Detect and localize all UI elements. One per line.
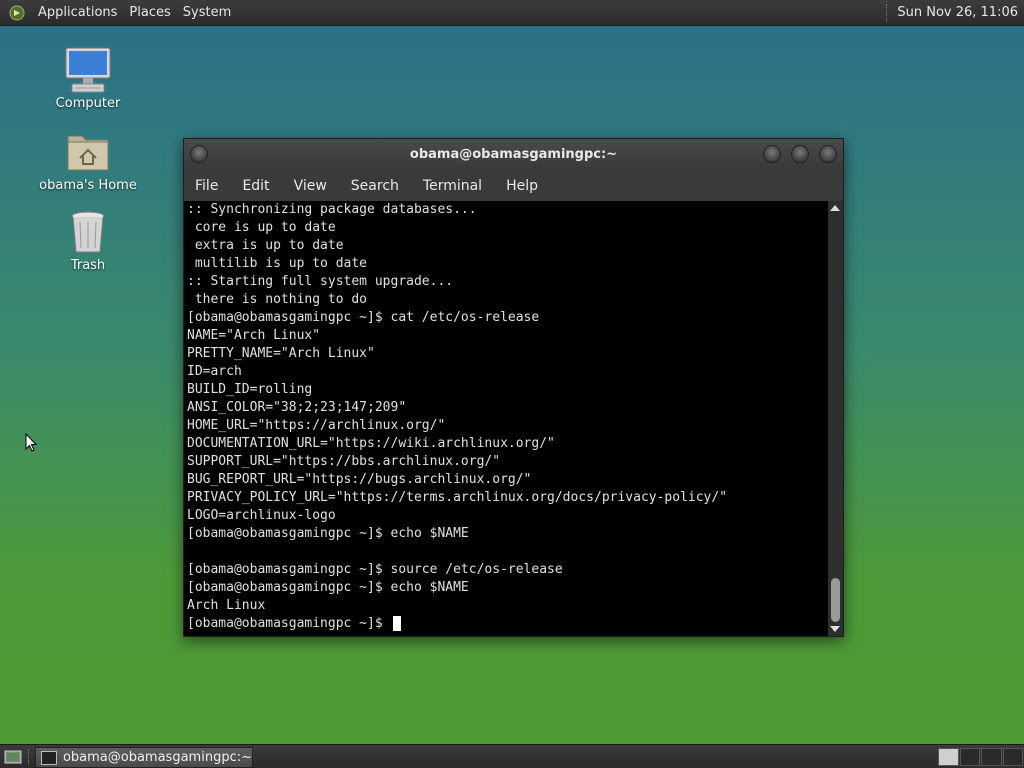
menu-file[interactable]: File (184, 171, 230, 201)
desktop-icon-label: obama's Home (39, 178, 137, 193)
terminal-line: BUILD_ID=rolling (187, 382, 313, 397)
scroll-down-arrow-icon[interactable] (830, 626, 840, 632)
applications-menu[interactable]: Applications (32, 0, 123, 25)
taskbar-window-label: obama@obamasgamingpc:~ (62, 750, 252, 765)
terminal-line: [obama@obamasgamingpc ~]$ echo $NAME (187, 580, 469, 595)
menu-search[interactable]: Search (339, 171, 411, 201)
workspace-switcher[interactable] (938, 748, 1024, 766)
terminal-line: DOCUMENTATION_URL="https://wiki.archlinu… (187, 436, 555, 451)
panel-separator (886, 3, 889, 22)
scrollbar-thumb[interactable] (831, 578, 840, 622)
scroll-up-arrow-icon[interactable] (830, 205, 840, 211)
menu-view[interactable]: View (282, 171, 339, 201)
window-titlebar[interactable]: obama@obamasgamingpc:~ (184, 139, 843, 171)
workspace-1[interactable] (938, 748, 959, 766)
places-menu[interactable]: Places (123, 0, 176, 25)
terminal-line: ID=arch (187, 364, 242, 379)
terminal-line: core is up to date (187, 220, 336, 235)
terminal-line: extra is up to date (187, 238, 344, 253)
window-title: obama@obamasgamingpc:~ (409, 147, 618, 162)
terminal-menubar: File Edit View Search Terminal Help (184, 171, 843, 201)
close-button[interactable] (819, 145, 837, 163)
terminal-line: LOGO=archlinux-logo (187, 508, 336, 523)
desktop-icon-trash[interactable]: Trash (38, 208, 138, 274)
maximize-button[interactable] (791, 145, 809, 163)
terminal-line: [obama@obamasgamingpc ~]$ echo $NAME (187, 526, 469, 541)
terminal-line: ANSI_COLOR="38;2;23;147;209" (187, 400, 407, 415)
clock[interactable]: Sun Nov 26, 11:06 (897, 5, 1024, 20)
system-menu[interactable]: System (177, 0, 237, 25)
terminal-icon (41, 750, 57, 765)
terminal-line: HOME_URL="https://archlinux.org/" (187, 418, 446, 433)
desktop-icon-label: Computer (55, 96, 121, 111)
minimize-button[interactable] (763, 145, 781, 163)
workspace-4[interactable] (1002, 748, 1023, 766)
trash-icon (64, 208, 112, 256)
bottom-panel: obama@obamasgamingpc:~ (0, 744, 1024, 768)
taskbar-window-button[interactable]: obama@obamasgamingpc:~ (35, 747, 253, 768)
terminal-line: multilib is up to date (187, 256, 368, 271)
terminal-line: :: Starting full system upgrade... (187, 274, 454, 289)
terminal-line: :: Synchronizing package databases... (187, 202, 477, 217)
terminal-line: [obama@obamasgamingpc ~]$ source /etc/os… (187, 562, 563, 577)
applications-logo-icon[interactable] (8, 4, 26, 22)
workspace-3[interactable] (981, 748, 1002, 766)
desktop-icon-home[interactable]: obama's Home (38, 128, 138, 194)
panel-separator (28, 749, 29, 765)
terminal-line: there is nothing to do (187, 292, 368, 307)
terminal-line: [obama@obamasgamingpc ~]$ cat /etc/os-re… (187, 310, 540, 325)
menu-help[interactable]: Help (494, 171, 550, 201)
home-folder-icon (64, 128, 112, 176)
terminal-line: BUG_REPORT_URL="https://bugs.archlinux.o… (187, 472, 532, 487)
menu-terminal[interactable]: Terminal (411, 171, 494, 201)
terminal-line: PRIVACY_POLICY_URL="https://terms.archli… (187, 490, 728, 505)
workspace-2[interactable] (959, 748, 980, 766)
terminal-scrollbar[interactable] (828, 201, 843, 636)
terminal-output[interactable]: :: Synchronizing package databases... co… (184, 201, 828, 636)
text-cursor (392, 616, 401, 631)
terminal-line: SUPPORT_URL="https://bbs.archlinux.org/" (187, 454, 501, 469)
terminal-line: Arch Linux (187, 598, 266, 613)
mouse-cursor-icon (25, 432, 38, 453)
terminal-prompt: [obama@obamasgamingpc ~]$ (187, 616, 391, 631)
menu-edit[interactable]: Edit (230, 171, 281, 201)
terminal-line: NAME="Arch Linux" (187, 328, 321, 343)
desktop-icon-computer[interactable]: Computer (38, 46, 138, 112)
terminal-prompt-line[interactable]: [obama@obamasgamingpc ~]$ (184, 615, 828, 633)
computer-icon (64, 46, 112, 94)
show-desktop-icon[interactable] (4, 748, 22, 766)
terminal-window: obama@obamasgamingpc:~ File Edit View Se… (183, 138, 844, 637)
terminal-line: PRETTY_NAME="Arch Linux" (187, 346, 375, 361)
desktop-icon-label: Trash (70, 258, 106, 273)
top-panel: Applications Places System Sun Nov 26, 1… (0, 0, 1024, 26)
